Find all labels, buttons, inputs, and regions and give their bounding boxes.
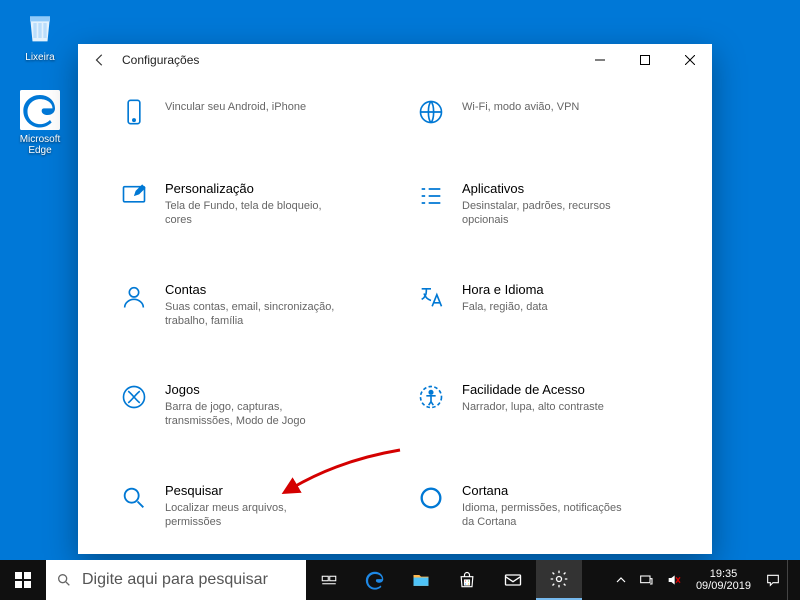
person-icon (119, 282, 149, 312)
search-icon (119, 483, 149, 513)
task-view-button[interactable] (306, 560, 352, 600)
tile-network[interactable]: Wi-Fi, modo avião, VPN (405, 86, 682, 142)
back-button[interactable] (86, 46, 114, 74)
tile-desc: Barra de jogo, capturas, transmissões, M… (165, 400, 335, 429)
titlebar: Configurações (78, 44, 712, 76)
desktop-icon-label: Microsoft Edge (10, 134, 70, 156)
show-desktop-button[interactable] (787, 560, 800, 600)
tile-cortana[interactable]: Cortana Idioma, permissões, notificações … (405, 472, 682, 545)
maximize-button[interactable] (622, 44, 667, 76)
language-icon (416, 282, 446, 312)
globe-icon (416, 97, 446, 127)
tile-accounts[interactable]: Contas Suas contas, email, sincronização,… (108, 271, 385, 344)
window-title: Configurações (122, 53, 199, 67)
tile-desc: Idioma, permissões, notificações da Cort… (462, 501, 632, 530)
taskbar: Digite aqui para pesquisar 19:35 09/09/2… (0, 560, 800, 600)
taskbar-mail[interactable] (490, 560, 536, 600)
recycle-bin-icon (20, 8, 60, 48)
tile-desc: Fala, região, data (462, 300, 548, 314)
tile-title: Cortana (462, 483, 632, 498)
tile-phone[interactable]: Vincular seu Android, iPhone (108, 86, 385, 142)
desktop-icon-recycle-bin[interactable]: Lixeira (10, 8, 70, 63)
search-icon (56, 572, 72, 588)
cortana-icon (416, 483, 446, 513)
tile-desc: Vincular seu Android, iPhone (165, 100, 306, 114)
settings-window: Configurações Vincular seu Android, iPho… (78, 44, 712, 554)
tile-title: Hora e Idioma (462, 282, 548, 297)
settings-content[interactable]: Vincular seu Android, iPhone Wi-Fi, modo… (78, 76, 712, 554)
apps-icon (416, 181, 446, 211)
accessibility-icon (416, 382, 446, 412)
edge-icon (20, 90, 60, 130)
tile-title: Contas (165, 282, 335, 297)
desktop-icon-edge[interactable]: Microsoft Edge (10, 90, 70, 156)
minimize-button[interactable] (577, 44, 622, 76)
search-placeholder: Digite aqui para pesquisar (82, 571, 268, 589)
tile-desc: Wi-Fi, modo avião, VPN (462, 100, 579, 114)
tray-action-center[interactable] (759, 560, 787, 600)
tile-search[interactable]: Pesquisar Localizar meus arquivos, permis… (108, 472, 385, 545)
tile-title: Personalização (165, 181, 335, 196)
phone-icon (119, 97, 149, 127)
tile-title: Pesquisar (165, 483, 335, 498)
tile-gaming[interactable]: Jogos Barra de jogo, capturas, transmissõ… (108, 371, 385, 444)
tile-desc: Desinstalar, padrões, recursos opcionais (462, 199, 632, 228)
tile-desc: Narrador, lupa, alto contraste (462, 400, 604, 414)
tile-personalization[interactable]: Personalização Tela de Fundo, tela de blo… (108, 170, 385, 243)
search-box[interactable]: Digite aqui para pesquisar (46, 560, 306, 600)
tile-time-language[interactable]: Hora e Idioma Fala, região, data (405, 271, 682, 344)
xbox-icon (119, 382, 149, 412)
tile-desc: Tela de Fundo, tela de bloqueio, cores (165, 199, 335, 228)
taskbar-settings[interactable] (536, 560, 582, 600)
taskbar-edge[interactable] (352, 560, 398, 600)
desktop-icon-label: Lixeira (10, 52, 70, 63)
paintbrush-icon (119, 181, 149, 211)
taskbar-store[interactable] (444, 560, 490, 600)
tray-clock[interactable]: 19:35 09/09/2019 (688, 560, 759, 600)
start-button[interactable] (0, 560, 46, 600)
tray-date: 09/09/2019 (696, 580, 751, 592)
tray-network-icon[interactable] (632, 560, 660, 600)
system-tray: 19:35 09/09/2019 (610, 560, 800, 600)
close-button[interactable] (667, 44, 712, 76)
tile-title: Facilidade de Acesso (462, 382, 604, 397)
tile-ease-of-access[interactable]: Facilidade de Acesso Narrador, lupa, alto… (405, 371, 682, 444)
tile-desc: Localizar meus arquivos, permissões (165, 501, 335, 530)
taskbar-explorer[interactable] (398, 560, 444, 600)
tile-apps[interactable]: Aplicativos Desinstalar, padrões, recurso… (405, 170, 682, 243)
tray-volume-icon[interactable] (660, 560, 688, 600)
tile-title: Aplicativos (462, 181, 632, 196)
tray-overflow[interactable] (610, 560, 632, 600)
tile-title: Jogos (165, 382, 335, 397)
tile-desc: Suas contas, email, sincronização, traba… (165, 300, 335, 329)
tray-time: 19:35 (710, 568, 738, 580)
